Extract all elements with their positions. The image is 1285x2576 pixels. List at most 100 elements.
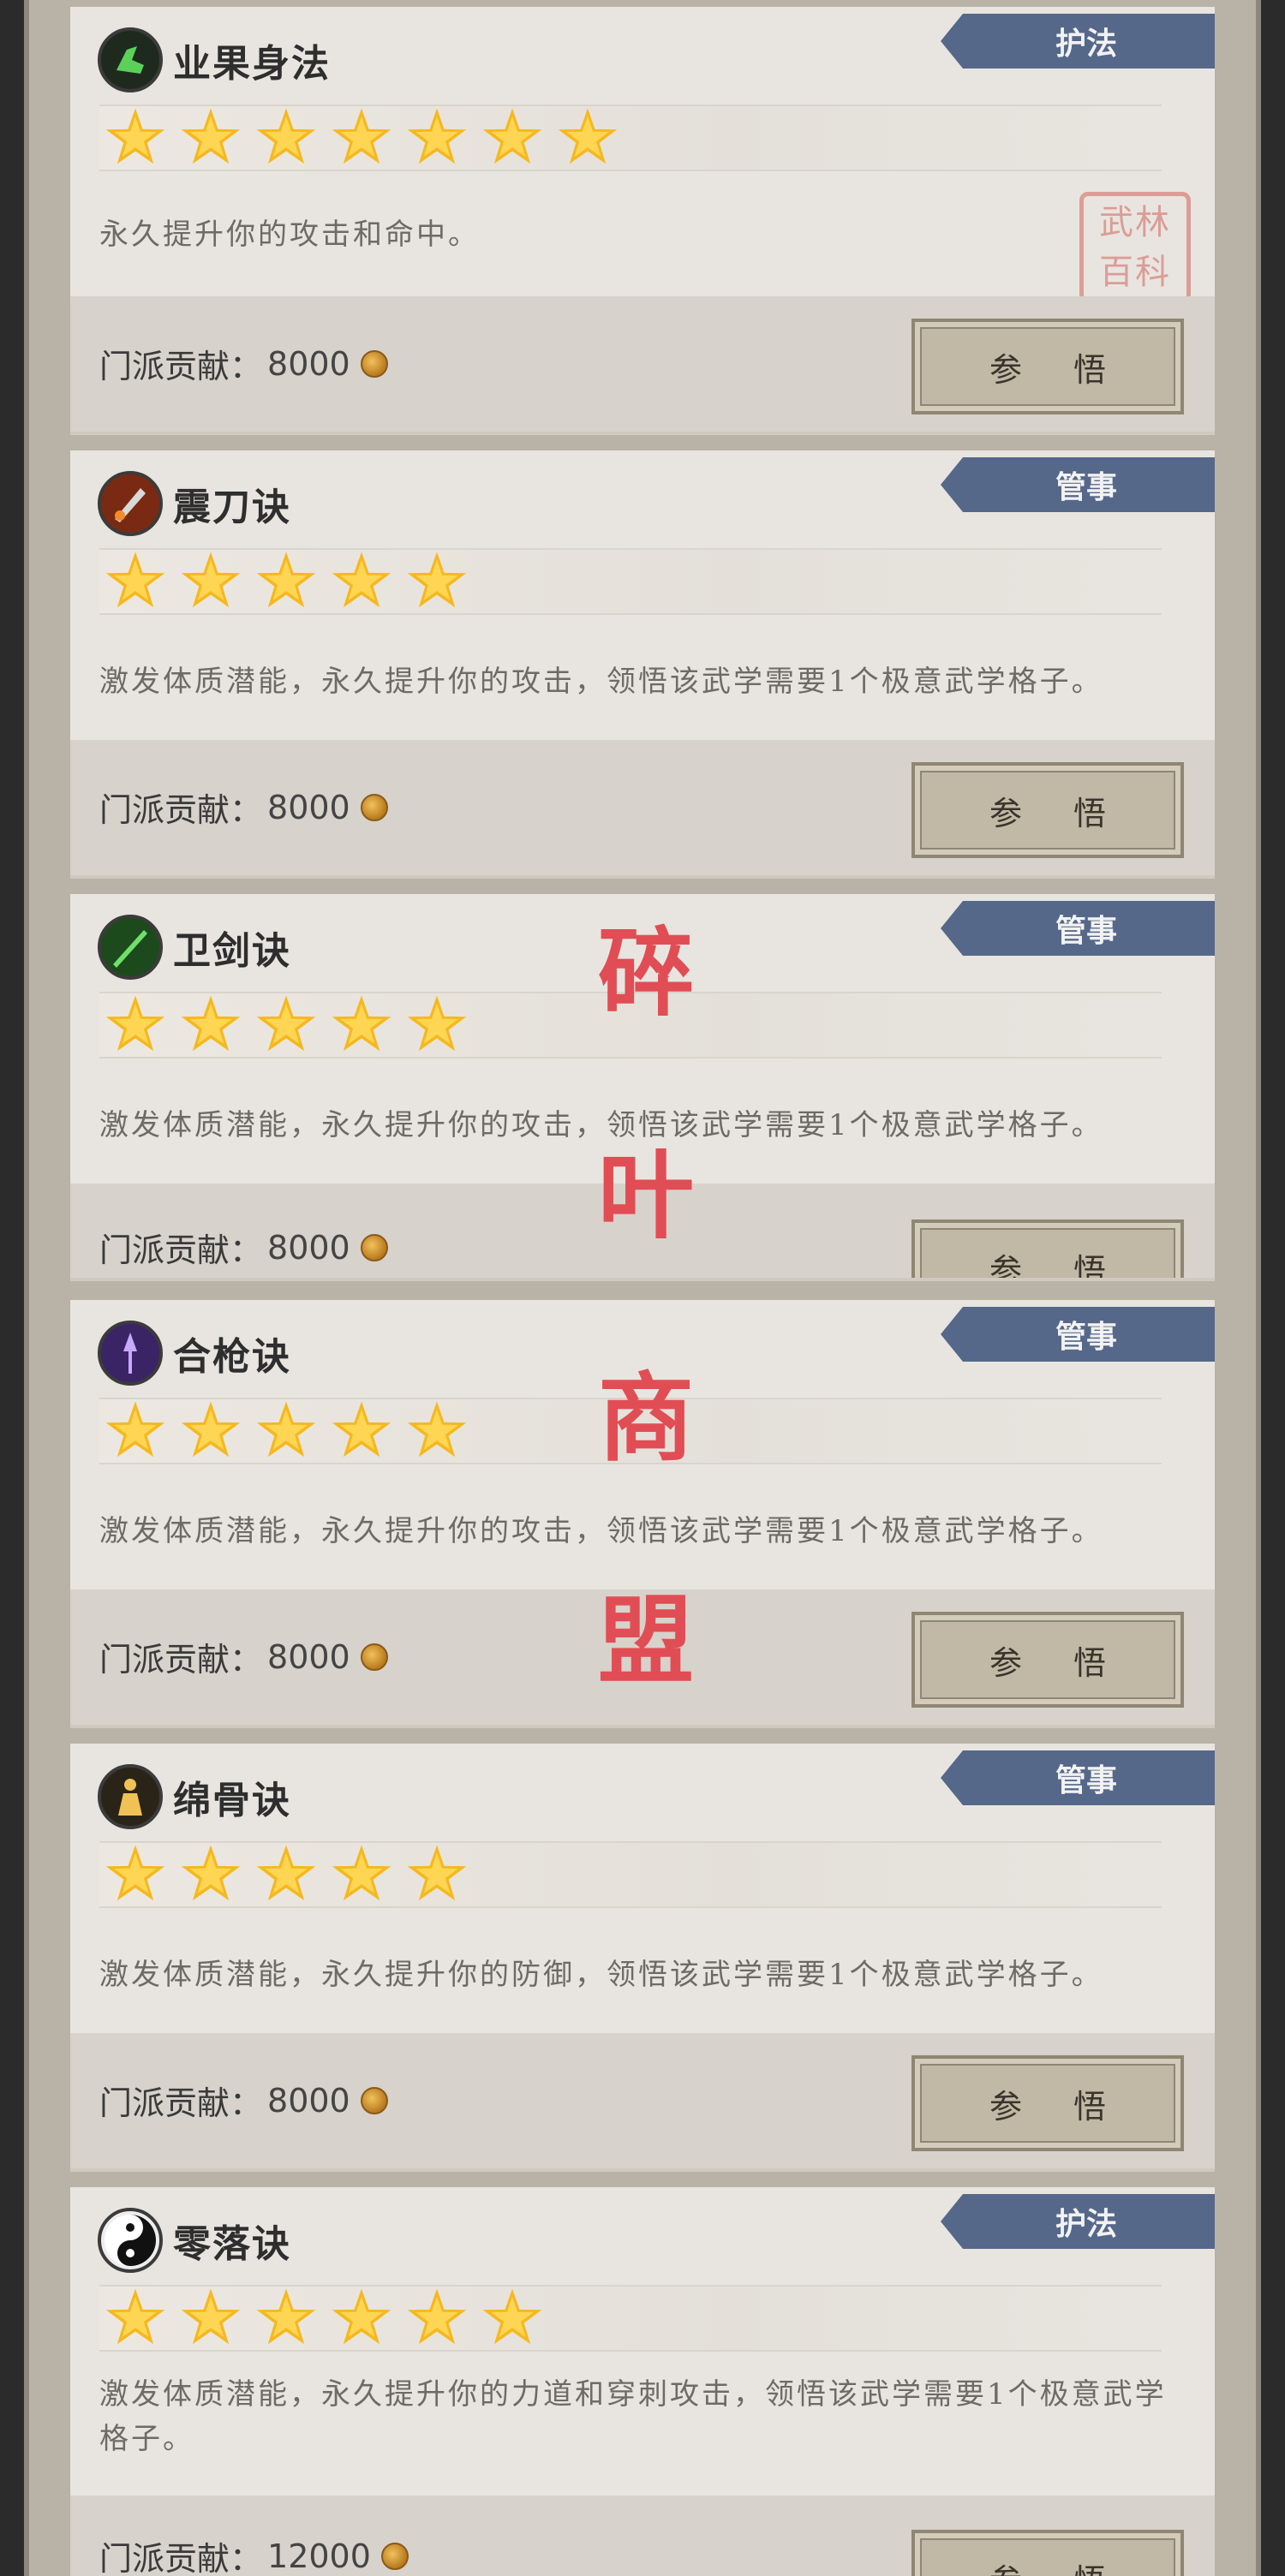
learn-button[interactable]: 参 悟 bbox=[911, 2055, 1184, 2151]
star-icon bbox=[558, 108, 618, 164]
cost-label: 门派贡献： bbox=[99, 791, 263, 829]
card-footer: 门派贡献： 8000 参 悟 bbox=[70, 296, 1215, 432]
star-icon bbox=[105, 108, 165, 164]
star-rating bbox=[99, 104, 1162, 171]
skill-description: 永久提升你的攻击和命中。 bbox=[99, 218, 480, 252]
star-icon bbox=[105, 995, 165, 1052]
star-icon bbox=[105, 2288, 165, 2345]
rank-tag: 管事 bbox=[941, 1750, 1215, 1805]
learn-button[interactable]: 参 悟 bbox=[911, 319, 1184, 414]
contribution-cost: 门派贡献： 8000 bbox=[99, 1224, 388, 1271]
skill-card: 管事 震刀诀 激发体质潜能，永久提升你的攻击，领悟该武学需要1个极意武学格子。 … bbox=[70, 450, 1215, 879]
spear-icon bbox=[98, 1321, 163, 1386]
skill-name: 震刀诀 bbox=[173, 486, 291, 529]
skill-name: 合枪诀 bbox=[173, 1335, 291, 1379]
seal-text: 武林百科 bbox=[1099, 203, 1171, 292]
cost-label: 门派贡献： bbox=[99, 2084, 263, 2122]
star-icon bbox=[332, 1845, 391, 1901]
skill-card: 护法 业果身法 永久提升你的攻击和命中。 武林百科 门派贡献： 8000 参 悟 bbox=[70, 7, 1215, 435]
star-icon bbox=[482, 2288, 542, 2345]
rank-tag: 护法 bbox=[941, 14, 1215, 69]
skill-description: 激发体质潜能，永久提升你的防御，领悟该武学需要1个极意武学格子。 bbox=[99, 1958, 1103, 1992]
green-boot-icon bbox=[98, 27, 163, 92]
star-icon bbox=[105, 552, 165, 608]
coin-icon bbox=[360, 1643, 388, 1671]
cost-value: 8000 bbox=[267, 1228, 350, 1267]
watermark-char: 碎 bbox=[598, 918, 694, 1029]
cost-label: 门派贡献： bbox=[99, 1231, 263, 1269]
star-icon bbox=[256, 1401, 316, 1458]
cost-value: 8000 bbox=[267, 344, 350, 383]
card-footer: 门派贡献： 8000 参 悟 bbox=[70, 740, 1215, 875]
star-icon bbox=[181, 108, 241, 164]
seal-stamp: 武林百科 bbox=[1079, 192, 1191, 303]
learn-button[interactable]: 参 悟 bbox=[911, 2530, 1184, 2576]
star-icon bbox=[256, 2288, 316, 2345]
skill-description: 激发体质潜能，永久提升你的力道和穿刺攻击，领悟该武学需要1个极意武学格子。 bbox=[99, 2377, 1167, 2456]
skill-description: 激发体质潜能，永久提升你的攻击，领悟该武学需要1个极意武学格子。 bbox=[99, 1514, 1103, 1548]
star-rating bbox=[99, 1841, 1162, 1908]
cost-value: 8000 bbox=[267, 788, 350, 826]
star-icon bbox=[332, 2288, 391, 2345]
star-icon bbox=[256, 552, 316, 608]
sword-icon bbox=[98, 915, 163, 980]
star-icon bbox=[332, 108, 391, 164]
cost-label: 门派贡献： bbox=[99, 2540, 263, 2576]
star-rating bbox=[99, 2285, 1162, 2352]
skill-name: 卫剑诀 bbox=[173, 929, 291, 973]
learn-button[interactable]: 参 悟 bbox=[911, 1612, 1184, 1708]
contribution-cost: 门派贡献： 8000 bbox=[99, 1633, 388, 1680]
star-icon bbox=[181, 552, 241, 608]
rank-tag: 管事 bbox=[941, 901, 1215, 956]
blade-icon bbox=[98, 471, 163, 536]
watermark-char: 叶 bbox=[598, 1141, 694, 1252]
star-icon bbox=[332, 552, 391, 608]
coin-icon bbox=[360, 2086, 388, 2114]
coin-icon bbox=[360, 349, 388, 378]
coin-icon bbox=[360, 793, 388, 821]
contribution-cost: 门派贡献： 8000 bbox=[99, 784, 388, 831]
cost-value: 8000 bbox=[267, 2081, 350, 2120]
star-icon bbox=[407, 1845, 467, 1901]
star-icon bbox=[256, 108, 316, 164]
contribution-cost: 门派贡献： 8000 bbox=[99, 340, 388, 387]
star-icon bbox=[256, 995, 316, 1052]
watermark-char: 商 bbox=[598, 1363, 694, 1475]
star-icon bbox=[181, 1401, 241, 1458]
coin-icon bbox=[380, 2542, 409, 2570]
rank-tag: 护法 bbox=[941, 2194, 1215, 2249]
learn-button[interactable]: 参 悟 bbox=[911, 762, 1184, 858]
star-icon bbox=[407, 995, 467, 1052]
rank-tag: 管事 bbox=[941, 1307, 1215, 1362]
skill-card: 管事 绵骨诀 激发体质潜能，永久提升你的防御，领悟该武学需要1个极意武学格子。 … bbox=[70, 1744, 1215, 2172]
cost-label: 门派贡献： bbox=[99, 1641, 263, 1679]
cost-value: 12000 bbox=[267, 2537, 371, 2575]
card-footer: 门派贡献：12000 参 悟 bbox=[70, 2496, 1215, 2576]
star-icon bbox=[332, 1401, 391, 1458]
watermark-char: 盟 bbox=[598, 1586, 694, 1697]
skill-name: 业果身法 bbox=[173, 42, 331, 86]
contribution-cost: 门派贡献： 12000 bbox=[99, 2532, 409, 2576]
cost-label: 门派贡献： bbox=[99, 348, 263, 385]
skill-name: 零落诀 bbox=[173, 2222, 291, 2266]
skill-name: 绵骨诀 bbox=[173, 1779, 291, 1822]
star-icon bbox=[407, 552, 467, 608]
star-icon bbox=[181, 1845, 241, 1901]
star-icon bbox=[105, 1401, 165, 1458]
star-icon bbox=[332, 995, 391, 1052]
card-footer: 门派贡献： 8000 参 悟 bbox=[70, 2033, 1215, 2168]
coin-icon bbox=[360, 1233, 388, 1261]
star-icon bbox=[181, 2288, 241, 2345]
star-icon bbox=[181, 995, 241, 1052]
star-rating bbox=[99, 548, 1162, 615]
star-icon bbox=[407, 108, 467, 164]
contribution-cost: 门派贡献： 8000 bbox=[99, 2077, 388, 2124]
skill-card: 护法 零落诀 激发体质潜能，永久提升你的力道和穿刺攻击，领悟该武学需要1个极意武… bbox=[70, 2187, 1215, 2576]
learn-button[interactable]: 参 悟 bbox=[911, 1219, 1184, 1278]
star-icon bbox=[407, 2288, 467, 2345]
star-icon bbox=[105, 1845, 165, 1901]
yin-yang-icon bbox=[98, 2208, 163, 2273]
cost-value: 8000 bbox=[267, 1637, 350, 1676]
star-icon bbox=[256, 1845, 316, 1901]
star-icon bbox=[407, 1401, 467, 1458]
